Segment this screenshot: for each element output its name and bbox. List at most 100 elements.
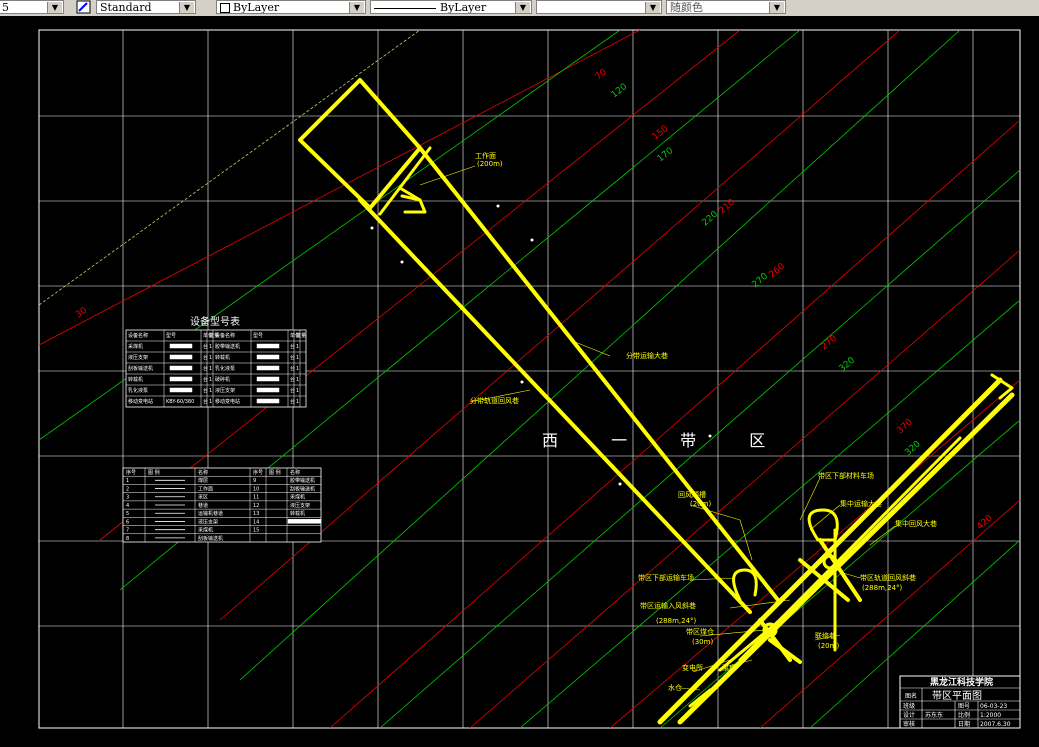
equipment-table: 设备型号表 设备名称 型号 单位数量设备名称 型号 单位数量采煤机台 1 胶带输送机台 1液压… (125, 315, 307, 408)
title-block-cell: 审核 (903, 720, 915, 728)
linetype-combo[interactable]: ByLayer ▼ (370, 0, 532, 14)
equipment-table-cell: 1 (296, 366, 299, 372)
legend-table-cell: 胶带输送机 (290, 477, 315, 484)
legend-table-cell: 图 例 (148, 469, 160, 476)
equipment-table-cell: 台 (290, 354, 295, 361)
contour-label: 170 (656, 146, 676, 165)
equipment-table-cell: 1 (296, 388, 299, 394)
legend-table-cell: 煤层 (198, 477, 208, 484)
drawing-svg: 30 70 120 150 170 220 210 270 260 270 32… (38, 29, 1021, 729)
title-block-cell: 1:2000 (980, 712, 1001, 719)
hoist-label-3: 集中回风大巷 (895, 519, 937, 528)
equipment-table-cell: KBY-60/380 (166, 399, 194, 405)
legend-table-cell: 7 (126, 528, 129, 534)
equipment-table-cell: 台 (203, 343, 208, 350)
contour-label: 70 (594, 67, 609, 82)
equipment-table-cell: 破碎机 (215, 376, 230, 383)
equipment-table-cell: 台 (290, 343, 295, 350)
properties-toolbar: 5 ▼ Standard ▼ ByLayer ▼ ByLayer ▼ ▼ 随颜色… (0, 0, 1039, 17)
contour-label: 270 (820, 333, 840, 352)
chevron-down-icon[interactable]: ▼ (179, 2, 194, 13)
left-combo-value: 5 (2, 1, 9, 14)
contour-label: 30 (74, 306, 89, 321)
equipment-table-cell: 1 (209, 377, 212, 383)
chevron-down-icon[interactable]: ▼ (769, 2, 784, 13)
hoist-label-2: 集中运输大巷 (840, 499, 882, 508)
pump-room-label: 泵房 (722, 663, 736, 672)
left-combo[interactable]: 5 ▼ (0, 0, 64, 14)
legend-table-cell: 2 (126, 486, 129, 492)
legend-table-cell: 12 (253, 503, 259, 509)
belt-incline-label: 带区运输入风斜巷 (640, 601, 696, 610)
contour-label: 220 (701, 209, 721, 228)
chevron-down-icon[interactable]: ▼ (47, 2, 62, 13)
equipment-table-cell: 乳化液泵 (128, 387, 148, 394)
legend-table-cell: 15 (253, 528, 259, 534)
contour-label: 150 (651, 124, 671, 143)
title-label-cell: 图名 (905, 692, 917, 700)
coal-bin-label-2: 带区轨道回风斜巷 (860, 573, 916, 582)
legend-table-cell: 1 (126, 478, 129, 484)
zone-label: 西 一 带 区 (542, 431, 789, 450)
color-combo[interactable]: 随颜色 ▼ (666, 0, 786, 14)
intake-lane-label: 分带运输大巷 (626, 351, 668, 360)
upper-lane-label: 回风顺槽 (678, 490, 706, 499)
legend-table-cell: 图 例 (269, 469, 281, 476)
equipment-table-cell: 台 (290, 365, 295, 372)
legend-table-cell: 9 (253, 478, 256, 484)
upper-lane-length: (20m) (690, 500, 711, 508)
chamber-label: 带区煤仓 (686, 627, 714, 636)
drawing-canvas[interactable]: 30 70 120 150 170 220 210 270 260 270 32… (0, 16, 1039, 742)
equipment-table-title: 设备型号表 (190, 315, 240, 328)
coal-bin-dim: (288m,24°) (862, 584, 903, 592)
drawing-name: 带区平面图 (932, 690, 982, 702)
line-sample-icon (374, 7, 436, 9)
equipment-table-cell: 设备名称 (128, 332, 148, 339)
work-face-length: (200m) (477, 160, 503, 168)
school-name: 黑龙江科技学院 (930, 676, 993, 688)
equipment-table-cell: 刮板输送机 (128, 365, 153, 372)
legend-table-cell: 6 (126, 519, 129, 525)
equipment-table-cell: 1 (209, 388, 212, 394)
title-block-cell: 06-03-23 (980, 703, 1007, 710)
pump-length: (20m) (818, 642, 839, 650)
return-lane (358, 198, 752, 614)
legend-table-cell: 采煤机 (198, 527, 213, 534)
sump-label: 变电所 (682, 663, 703, 672)
bin-loop (732, 568, 758, 602)
legend-table-cell: 4 (126, 503, 129, 509)
equipment-table-cell: 乳化液泵 (215, 365, 235, 372)
lineweight-combo[interactable]: ▼ (536, 0, 662, 14)
legend-table-cell: 11 (253, 495, 259, 501)
chevron-down-icon[interactable]: ▼ (515, 2, 530, 13)
chevron-down-icon[interactable]: ▼ (349, 2, 364, 13)
legend-table-cell: 13 (253, 511, 259, 517)
color-swatch-icon (220, 3, 230, 13)
equipment-table-cell: 移动变电站 (215, 398, 240, 405)
layer-combo[interactable]: ByLayer ▼ (216, 0, 366, 14)
text-style-icon[interactable] (76, 0, 92, 15)
equipment-table-cell: 台 (290, 398, 295, 405)
text-style-combo[interactable]: Standard ▼ (96, 0, 196, 14)
title-block-cell: 设计 (903, 711, 915, 719)
legend-table-cell: 液压支架 (198, 518, 218, 525)
contour-label: 320 (838, 355, 858, 374)
equipment-table-cell: 型号 (253, 332, 263, 339)
legend-table-cell: 采煤机 (290, 494, 305, 501)
legend-table-cell: 名称 (290, 469, 300, 476)
legend-table-cell: 刮板输送机 (198, 535, 223, 542)
legend-table-cell: 巷道 (198, 502, 208, 509)
equipment-table-cell: 台 (203, 376, 208, 383)
chevron-down-icon[interactable]: ▼ (645, 2, 660, 13)
title-block-cell: 日期 (958, 720, 970, 728)
coal-bin-label-1: 带区下部运输车场 (638, 573, 694, 582)
equipment-table-cell: 设备名称 (215, 332, 235, 339)
legend-table-cell: 名称 (198, 469, 208, 476)
contour-label: 320 (903, 439, 923, 458)
contour-label: 370 (895, 417, 915, 436)
legend-table-cell: 采区 (198, 494, 208, 501)
title-block: 黑龙江科技学院 图名 带区平面图 班级 图号 06-03-23 设计 苏东东 比例 1:20… (899, 675, 1020, 728)
equipment-table-cell: 台 (290, 376, 295, 383)
title-block-cell: 班级 (903, 702, 915, 710)
contour-labels: 30 70 120 150 170 220 210 270 260 270 32… (74, 67, 995, 532)
